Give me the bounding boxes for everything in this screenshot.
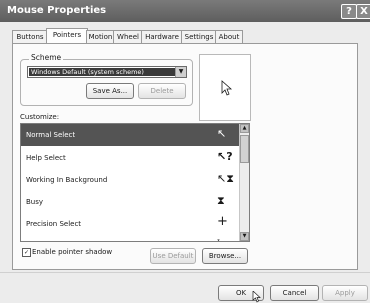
help-cursor-icon: ↖? xyxy=(217,150,233,163)
list-item-working-in-background[interactable]: Working In Background ↖⧗ xyxy=(21,169,240,191)
list-item-normal-select[interactable]: Normal Select ↖ xyxy=(21,124,240,146)
delete-button[interactable]: Delete xyxy=(138,83,186,99)
arrow-cursor-icon: ↖ xyxy=(217,127,227,140)
text-cursor-icon: ɪ xyxy=(217,237,220,242)
shadow-checkbox-label[interactable]: Enable pointer shadow xyxy=(32,248,112,256)
tab-pointers[interactable]: Pointers xyxy=(46,28,88,44)
tab-hardware[interactable]: Hardware xyxy=(141,30,183,43)
title-bar[interactable]: Mouse Properties ? X xyxy=(0,0,370,22)
list-item-busy[interactable]: Busy ⧗ xyxy=(21,191,240,213)
scheme-label: Scheme xyxy=(29,53,64,62)
customize-label: Customize: xyxy=(20,113,60,121)
scroll-up-icon[interactable]: ▲ xyxy=(240,124,249,133)
hourglass-cursor-icon: ⧗ xyxy=(217,194,225,207)
mouse-pointer-icon xyxy=(252,291,261,303)
tab-wheel[interactable]: Wheel xyxy=(113,30,143,43)
window-title: Mouse Properties xyxy=(7,5,107,16)
arrow-cursor-icon xyxy=(221,80,233,96)
scroll-thumb[interactable] xyxy=(240,135,249,163)
scheme-select-value: Windows Default (system scheme) xyxy=(29,68,175,76)
browse-button[interactable]: Browse... xyxy=(202,248,248,264)
apply-button[interactable]: Apply xyxy=(322,285,368,301)
tab-buttons[interactable]: Buttons xyxy=(12,30,48,43)
list-scrollbar[interactable]: ▲ ▼ xyxy=(239,124,249,241)
busy-arrow-cursor-icon: ↖⧗ xyxy=(217,172,234,185)
scheme-select[interactable]: Windows Default (system scheme) ▼ xyxy=(27,66,187,78)
close-button[interactable]: X xyxy=(356,4,370,19)
crosshair-cursor-icon: + xyxy=(217,214,228,229)
cancel-button[interactable]: Cancel xyxy=(270,285,319,301)
tab-motion[interactable]: Motion xyxy=(86,30,115,43)
cursor-list[interactable]: Normal Select ↖ Help Select ↖? Working I… xyxy=(20,123,250,242)
list-item-text-select[interactable]: ɪ xyxy=(21,232,240,242)
shadow-checkbox[interactable]: ✓ xyxy=(22,248,31,257)
mouse-properties-window: Mouse Properties ? X Buttons Pointers Mo… xyxy=(0,0,370,303)
chevron-down-icon[interactable]: ▼ xyxy=(175,67,186,77)
save-as-button[interactable]: Save As... xyxy=(86,83,134,99)
cursor-preview xyxy=(199,54,251,121)
tab-settings[interactable]: Settings xyxy=(181,30,217,43)
use-default-button[interactable]: Use Default xyxy=(150,248,196,264)
help-button[interactable]: ? xyxy=(341,4,357,19)
scroll-down-icon[interactable]: ▼ xyxy=(240,232,249,241)
footer-divider xyxy=(0,272,370,273)
list-item-help-select[interactable]: Help Select ↖? xyxy=(21,147,240,169)
tab-about[interactable]: About xyxy=(215,30,243,43)
